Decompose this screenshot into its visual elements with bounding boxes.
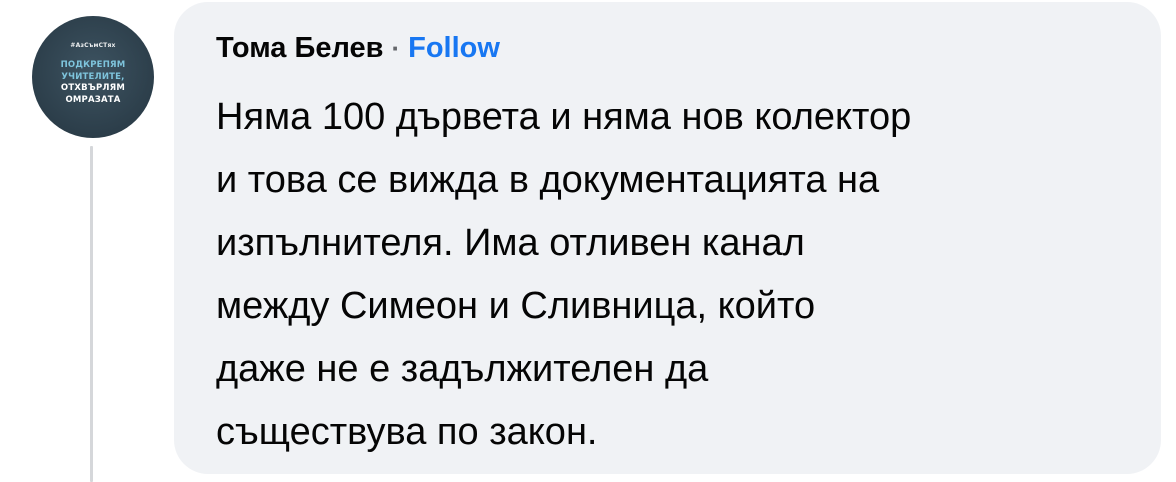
- comment-text-line: и това се вижда в документацията на: [216, 159, 880, 201]
- comment-body: Няма 100 дървета и няма нов колектор и т…: [216, 86, 1136, 464]
- comment-text-line: даже не е задължителен да: [216, 348, 709, 390]
- avatar-text-line: УЧИТЕЛИТЕ,: [61, 71, 125, 82]
- comment-text-line: между Симеон и Сливница, който: [216, 285, 816, 327]
- reply-thread-line: [90, 146, 93, 482]
- separator-dot: ·: [391, 33, 401, 63]
- avatar-text-line: ОМРАЗАТА: [65, 94, 121, 105]
- comment-thread: #АзСъмСТях ПОДКРЕПЯМ УЧИТЕЛИТЕ, ОТХВЪРЛЯ…: [0, 0, 1176, 482]
- comment-text-line: съществува по закон.: [216, 411, 598, 453]
- avatar-hashtag: #АзСъмСТях: [70, 42, 116, 49]
- author-name[interactable]: Тома Белев: [216, 32, 383, 65]
- comment-text-line: Няма 100 дървета и няма нов колектор: [216, 96, 912, 138]
- comment-bubble: Тома Белев · Follow Няма 100 дървета и н…: [174, 2, 1161, 474]
- avatar-text-line: ОТХВЪРЛЯМ: [60, 83, 126, 93]
- avatar-text-line: ПОДКРЕПЯМ: [60, 60, 126, 70]
- follow-button[interactable]: Follow: [408, 32, 500, 65]
- comment-text-line: изпълнителя. Има отливен канал: [216, 222, 805, 264]
- comment-header: Тома Белев · Follow: [216, 32, 500, 72]
- avatar[interactable]: #АзСъмСТях ПОДКРЕПЯМ УЧИТЕЛИТЕ, ОТХВЪРЛЯ…: [32, 16, 154, 138]
